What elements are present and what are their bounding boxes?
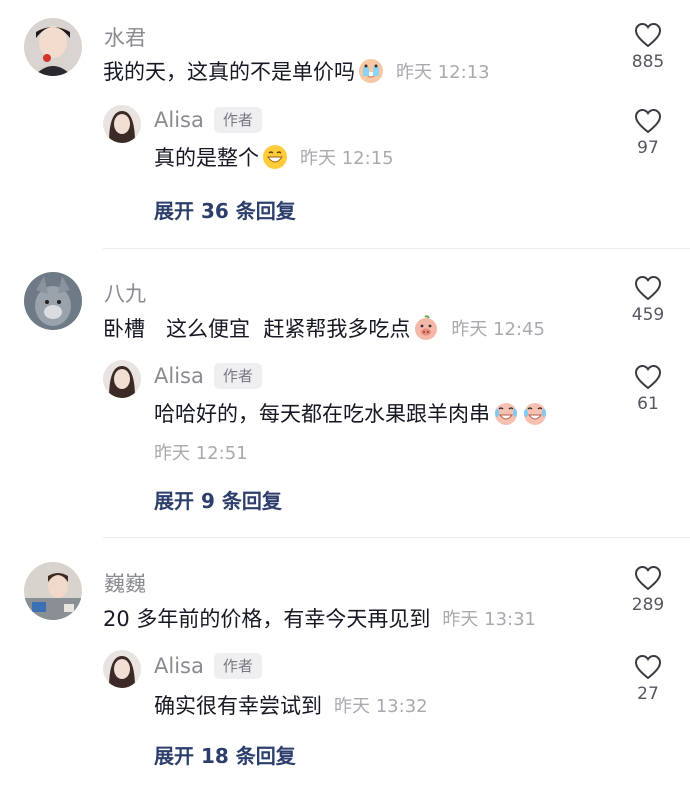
- reply-text: 哈哈好的，每天都在吃水果跟羊肉串: [154, 398, 548, 428]
- like-button[interactable]: 61: [618, 364, 678, 414]
- avatar-alisa[interactable]: [103, 360, 141, 398]
- reply-body: 哈哈好的，每天都在吃水果跟羊肉串: [154, 402, 490, 426]
- reply-time: 昨天 13:32: [334, 696, 428, 717]
- like-button[interactable]: 27: [618, 654, 678, 704]
- comment-thread-2: 八九 卧槽 这么便宜 赶紧帮我多吃点 昨天 12:45 459 Alisa 作者…: [0, 250, 690, 535]
- expand-replies-button[interactable]: 展开 9 条回复: [154, 485, 282, 514]
- like-count: 61: [637, 394, 659, 414]
- comment-thread-3: 巍巍 20 多年前的价格，有幸今天再见到 昨天 13:31 289 Alisa …: [0, 540, 690, 791]
- reply-username[interactable]: Alisa: [154, 108, 204, 132]
- reply-username[interactable]: Alisa: [154, 364, 204, 388]
- like-count: 27: [637, 684, 659, 704]
- comment-username[interactable]: 巍巍: [104, 568, 146, 598]
- comment-time: 昨天 12:45: [451, 319, 545, 340]
- pig-emoji-icon: [413, 315, 439, 341]
- author-badge: 作者: [213, 107, 262, 133]
- expand-replies-button[interactable]: 展开 18 条回复: [154, 740, 296, 769]
- heart-icon: [634, 364, 662, 390]
- crying-emoji-icon: [358, 58, 384, 84]
- author-badge: 作者: [213, 363, 262, 389]
- like-button[interactable]: 97: [618, 108, 678, 158]
- reply-text: 真的是整个 昨天 12:15: [154, 142, 394, 172]
- avatar-alisa[interactable]: [103, 105, 141, 143]
- expand-replies-button[interactable]: 展开 36 条回复: [154, 195, 296, 224]
- like-button[interactable]: 459: [618, 275, 678, 325]
- reply-body: 确实很有幸尝试到: [154, 694, 322, 718]
- like-button[interactable]: 289: [618, 565, 678, 615]
- comment-thread-1: 水君 我的天，这真的不是单价吗 昨天 12:13 885 Alisa 作者 真的…: [0, 0, 690, 248]
- heart-icon: [634, 654, 662, 680]
- heart-icon: [634, 565, 662, 591]
- heart-icon: [634, 275, 662, 301]
- avatar-alisa[interactable]: [103, 650, 141, 688]
- grinning-emoji-icon: [262, 144, 288, 170]
- like-count: 459: [631, 305, 665, 325]
- author-badge: 作者: [213, 653, 262, 679]
- reply-body: 真的是整个: [154, 146, 259, 170]
- reply-author-row: Alisa 作者: [154, 653, 262, 679]
- laugh-cry-emoji-icon: [522, 400, 548, 426]
- comment-text: 我的天，这真的不是单价吗 昨天 12:13: [103, 56, 490, 86]
- heart-icon: [634, 22, 662, 48]
- heart-icon: [634, 108, 662, 134]
- like-button[interactable]: 885: [618, 22, 678, 72]
- avatar-bajiu[interactable]: [24, 272, 82, 330]
- avatar-weiwei[interactable]: [24, 562, 82, 620]
- comment-text: 卧槽 这么便宜 赶紧帮我多吃点 昨天 12:45: [103, 313, 545, 343]
- reply-time: 昨天 12:15: [300, 148, 394, 169]
- divider: [103, 537, 690, 538]
- comment-time: 昨天 12:13: [396, 62, 490, 83]
- divider: [103, 248, 690, 249]
- like-count: 885: [631, 52, 665, 72]
- reply-time: 昨天 12:51: [154, 443, 248, 464]
- reply-author-row: Alisa 作者: [154, 363, 262, 389]
- like-count: 289: [631, 595, 665, 615]
- comment-body: 我的天，这真的不是单价吗: [103, 60, 355, 84]
- reply-username[interactable]: Alisa: [154, 654, 204, 678]
- avatar-shuijun[interactable]: [24, 18, 82, 76]
- laugh-cry-emoji-icon: [493, 400, 519, 426]
- comment-username[interactable]: 水君: [104, 22, 146, 52]
- like-count: 97: [637, 138, 659, 158]
- comment-username[interactable]: 八九: [104, 278, 146, 308]
- reply-author-row: Alisa 作者: [154, 107, 262, 133]
- comment-body: 20 多年前的价格，有幸今天再见到: [103, 607, 431, 631]
- comment-body: 卧槽 这么便宜 赶紧帮我多吃点: [103, 317, 411, 341]
- comment-text: 20 多年前的价格，有幸今天再见到 昨天 13:31: [103, 603, 536, 633]
- comment-time: 昨天 13:31: [442, 609, 537, 630]
- reply-text: 确实很有幸尝试到 昨天 13:32: [154, 690, 428, 720]
